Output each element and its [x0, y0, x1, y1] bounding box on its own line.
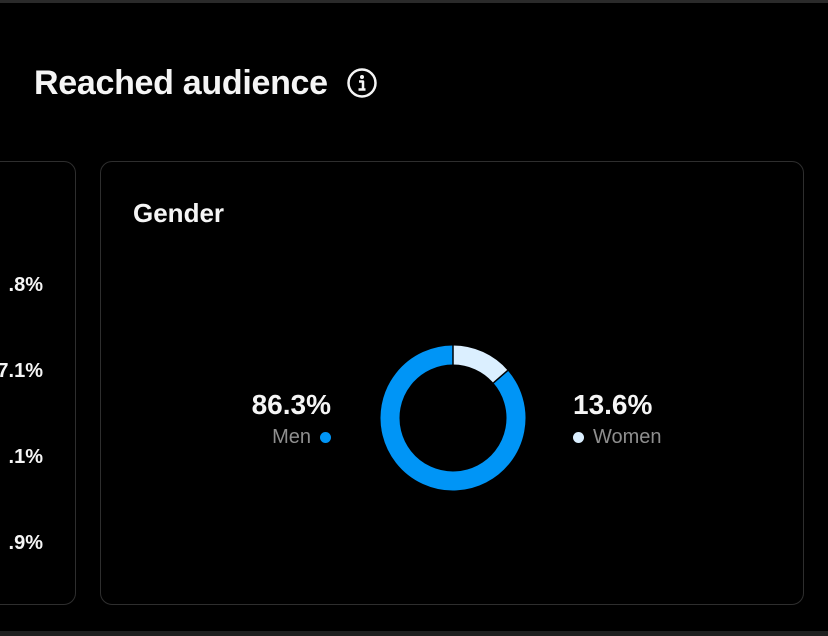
women-percentage: 13.6%	[573, 389, 653, 420]
women-legend: Women	[573, 424, 662, 450]
age-range-card: .8% 7.1% .1% .9%	[0, 161, 76, 605]
donut-slice-women	[452, 345, 508, 384]
age-percentage: .1%	[8, 446, 43, 468]
men-percentage: 86.3%	[251, 389, 331, 420]
age-percentage: .9%	[8, 532, 43, 554]
bottom-divider	[0, 631, 828, 636]
section-title: Reached audience	[34, 63, 328, 102]
gender-card-title: Gender	[133, 198, 225, 228]
men-label: Men	[272, 426, 311, 448]
top-divider	[0, 0, 828, 3]
men-dot	[320, 431, 331, 443]
section-header: Reached audience	[34, 62, 378, 104]
men-stat: 86.3% Men	[252, 388, 331, 450]
info-icon[interactable]	[346, 67, 378, 99]
women-stat: 13.6% Women	[573, 388, 662, 450]
gender-donut-chart	[380, 345, 526, 491]
gender-card: Gender 86.3% Men 13.6% Women	[100, 161, 804, 605]
age-percentage: 7.1%	[0, 360, 43, 382]
women-label: Women	[593, 426, 662, 448]
men-legend: Men	[272, 424, 331, 450]
age-percentage: .8%	[8, 274, 43, 296]
women-dot	[573, 431, 584, 443]
